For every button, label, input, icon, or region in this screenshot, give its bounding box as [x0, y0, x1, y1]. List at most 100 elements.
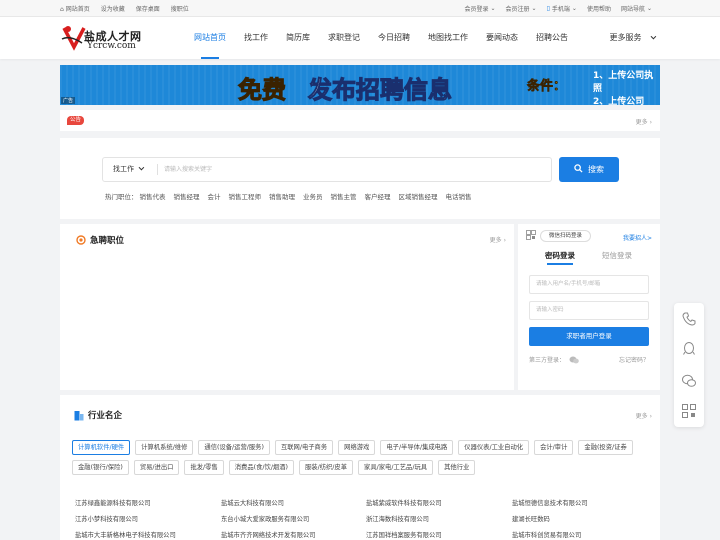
- main-nav: 网站首页 找工作 简历库 求职登记 今日招聘 地图找工作 要闻动态 招聘公告: [185, 17, 577, 59]
- industry-more-link[interactable]: 更多 ›: [636, 411, 652, 420]
- company-link[interactable]: 盐城市齐齐网络技术开发有限公司: [221, 530, 366, 539]
- company-link[interactable]: 江苏小梦科技有限公司: [75, 514, 221, 523]
- nav-news[interactable]: 要闻动态: [477, 17, 527, 59]
- notice-more-link[interactable]: 更多 ›: [636, 117, 652, 126]
- qr-code-icon[interactable]: [681, 403, 697, 419]
- company-link[interactable]: 盐城紫威软件科技有限公司: [366, 498, 512, 507]
- qq-icon[interactable]: [681, 341, 697, 357]
- save-desktop-link[interactable]: 保存桌面: [136, 4, 160, 13]
- nav-today-recruit[interactable]: 今日招聘: [369, 17, 419, 59]
- urgent-jobs-title: 急聘职位: [76, 234, 124, 246]
- nav-resume-library[interactable]: 简历库: [277, 17, 319, 59]
- company-link[interactable]: 浙江海数科技有限公司: [366, 514, 512, 523]
- recruit-banner[interactable]: 免费 发布招聘信息 条件： 1、上传公司执照 2、上传公司Logo 广告: [60, 65, 660, 105]
- company-link[interactable]: 建湖长旺数码: [512, 514, 657, 523]
- username-field[interactable]: 请输入用户名/手机号/邮箱: [529, 275, 649, 294]
- recruit-link[interactable]: 我要招人>: [623, 233, 652, 242]
- category-tab[interactable]: 计算机系统/维修: [135, 440, 194, 455]
- category-tab[interactable]: 金融(投资/证券: [578, 440, 633, 455]
- wechat-icon[interactable]: [569, 356, 579, 364]
- banner-free: 免费: [238, 75, 287, 105]
- wechat-qr-login-tab[interactable]: 微信扫码登录: [540, 230, 592, 242]
- home-link[interactable]: ⌂ 网站首页: [60, 4, 90, 13]
- company-link[interactable]: 盐城市科创贸易有限公司: [512, 530, 657, 539]
- company-link[interactable]: 盐城市大丰新格林电子科技有限公司: [75, 530, 221, 539]
- chevron-down-icon: ⌄: [490, 5, 496, 12]
- company-link[interactable]: 盐城云大科技有限公司: [221, 498, 366, 507]
- top-links-right: 会员登录 ⌄ 会员注册 ⌄ ▯ 手机端 ⌄ 使用帮助 网站导航 ⌄: [464, 4, 652, 13]
- qr-code-icon[interactable]: [526, 230, 536, 240]
- nav-map-job[interactable]: 地图找工作: [419, 17, 477, 59]
- category-tab[interactable]: 计算机软件/硬件: [72, 440, 131, 455]
- industry-title: 行业名企: [74, 409, 122, 421]
- tab-password-login[interactable]: 密码登录: [545, 250, 575, 265]
- hot-job-link[interactable]: 销售代表: [140, 191, 166, 201]
- company-link[interactable]: 江苏国祥档案服务有限公司: [366, 530, 512, 539]
- company-link[interactable]: 盐城恒德信息技术有限公司: [512, 498, 657, 507]
- member-register-link[interactable]: 会员注册 ⌄: [506, 4, 537, 13]
- top-bar: ⌂ 网站首页 设为收藏 保存桌面 搜职位 会员登录 ⌄ 会员注册 ⌄ ▯ 手机端 ⌄ 使…: [0, 0, 720, 17]
- favorite-link[interactable]: 设为收藏: [101, 4, 125, 13]
- site-header: 盐成人才网 Ycrcw.com 网站首页 找工作 简历库 求职登记 今日招聘 地…: [0, 17, 720, 59]
- building-icon: [74, 410, 84, 420]
- category-tab[interactable]: 电子/半导体/集成电路: [380, 440, 454, 455]
- nav-announcements[interactable]: 招聘公告: [527, 17, 577, 59]
- more-services-menu[interactable]: 更多服务: [609, 17, 657, 59]
- forgot-password-link[interactable]: 忘记密码？: [619, 355, 649, 364]
- hot-job-link[interactable]: 电话销售: [446, 191, 472, 201]
- company-link[interactable]: 江苏绿鑫能源科技有限公司: [75, 498, 221, 507]
- phone-icon: ▯: [546, 5, 550, 12]
- category-tab[interactable]: 服装/纺织/皮革: [299, 460, 354, 475]
- phone-icon[interactable]: [681, 311, 697, 327]
- chevron-down-icon: [138, 164, 145, 171]
- logo-domain: Ycrcw.com: [87, 41, 136, 51]
- search-input[interactable]: 找工作 请输入搜索关键字: [102, 157, 552, 182]
- hot-job-link[interactable]: 业务员: [303, 191, 323, 201]
- banner-headline: 发布招聘信息: [308, 75, 453, 105]
- search-placeholder: 请输入搜索关键字: [164, 166, 213, 173]
- category-tab[interactable]: 贸易/进出口: [133, 460, 180, 475]
- nav-find-job[interactable]: 找工作: [235, 17, 277, 59]
- site-logo[interactable]: 盐成人才网 Ycrcw.com: [60, 25, 150, 53]
- category-tab[interactable]: 网络游戏: [338, 440, 376, 455]
- member-login-link[interactable]: 会员登录 ⌄: [464, 4, 495, 13]
- site-nav-link[interactable]: 网站导航 ⌄: [621, 4, 652, 13]
- nav-home[interactable]: 网站首页: [185, 17, 235, 59]
- floating-toolbar: [674, 303, 704, 427]
- category-tab[interactable]: 仪器仪表/工业自动化: [458, 440, 530, 455]
- hot-jobs-label: 热门职位：: [105, 193, 138, 201]
- ad-label: 广告: [61, 97, 76, 104]
- industry-categories: 计算机软件/硬件 计算机系统/维修 通信(设备/运营/服务) 互联网/电子商务 …: [72, 440, 652, 475]
- password-field[interactable]: 请输入密码: [529, 301, 649, 320]
- hot-job-link[interactable]: 会计: [208, 191, 221, 201]
- jobseeker-login-button[interactable]: 求职者用户登录: [529, 327, 649, 346]
- hot-job-link[interactable]: 销售经理: [174, 191, 200, 201]
- notice-tag: 公告: [67, 116, 85, 125]
- category-tab[interactable]: 其他行业: [438, 460, 476, 475]
- wechat-icon[interactable]: [681, 373, 697, 389]
- nav-job-register[interactable]: 求职登记: [319, 17, 369, 59]
- urgent-more-link[interactable]: 更多 ›: [490, 235, 506, 244]
- tab-sms-login[interactable]: 短信登录: [602, 250, 632, 261]
- category-tab[interactable]: 家具/家电/工艺品/玩具: [358, 460, 434, 475]
- search-type-select[interactable]: 找工作: [113, 158, 145, 181]
- hot-job-link[interactable]: 销售助理: [269, 191, 295, 201]
- industry-companies-panel: 行业名企 更多 › 计算机软件/硬件 计算机系统/维修 通信(设备/运营/服务)…: [60, 395, 660, 540]
- company-link[interactable]: 东台小城大爱家政服务有限公司: [221, 514, 366, 523]
- hot-job-link[interactable]: 区域销售经理: [399, 191, 438, 201]
- banner-conditions: 1、上传公司执照 2、上传公司Logo: [593, 71, 654, 105]
- mobile-link[interactable]: ▯ 手机端 ⌄: [547, 4, 577, 13]
- hot-job-link[interactable]: 销售工程师: [229, 191, 262, 201]
- top-links-left: ⌂ 网站首页 设为收藏 保存桌面 搜职位: [60, 4, 189, 13]
- hot-job-link[interactable]: 销售主管: [331, 191, 357, 201]
- category-tab[interactable]: 通信(设备/运营/服务): [198, 440, 270, 455]
- search-jobs-link[interactable]: 搜职位: [171, 4, 189, 13]
- help-link[interactable]: 使用帮助: [587, 4, 611, 13]
- hot-job-link[interactable]: 客户经理: [365, 191, 391, 201]
- category-tab[interactable]: 会计/审计: [534, 440, 574, 455]
- category-tab[interactable]: 批发/零售: [184, 460, 224, 475]
- category-tab[interactable]: 互联网/电子商务: [274, 440, 334, 455]
- category-tab[interactable]: 金融(银行/保险): [72, 460, 129, 475]
- category-tab[interactable]: 消费品(食/饮/烟酒): [228, 460, 294, 475]
- search-button[interactable]: 搜索: [559, 157, 619, 182]
